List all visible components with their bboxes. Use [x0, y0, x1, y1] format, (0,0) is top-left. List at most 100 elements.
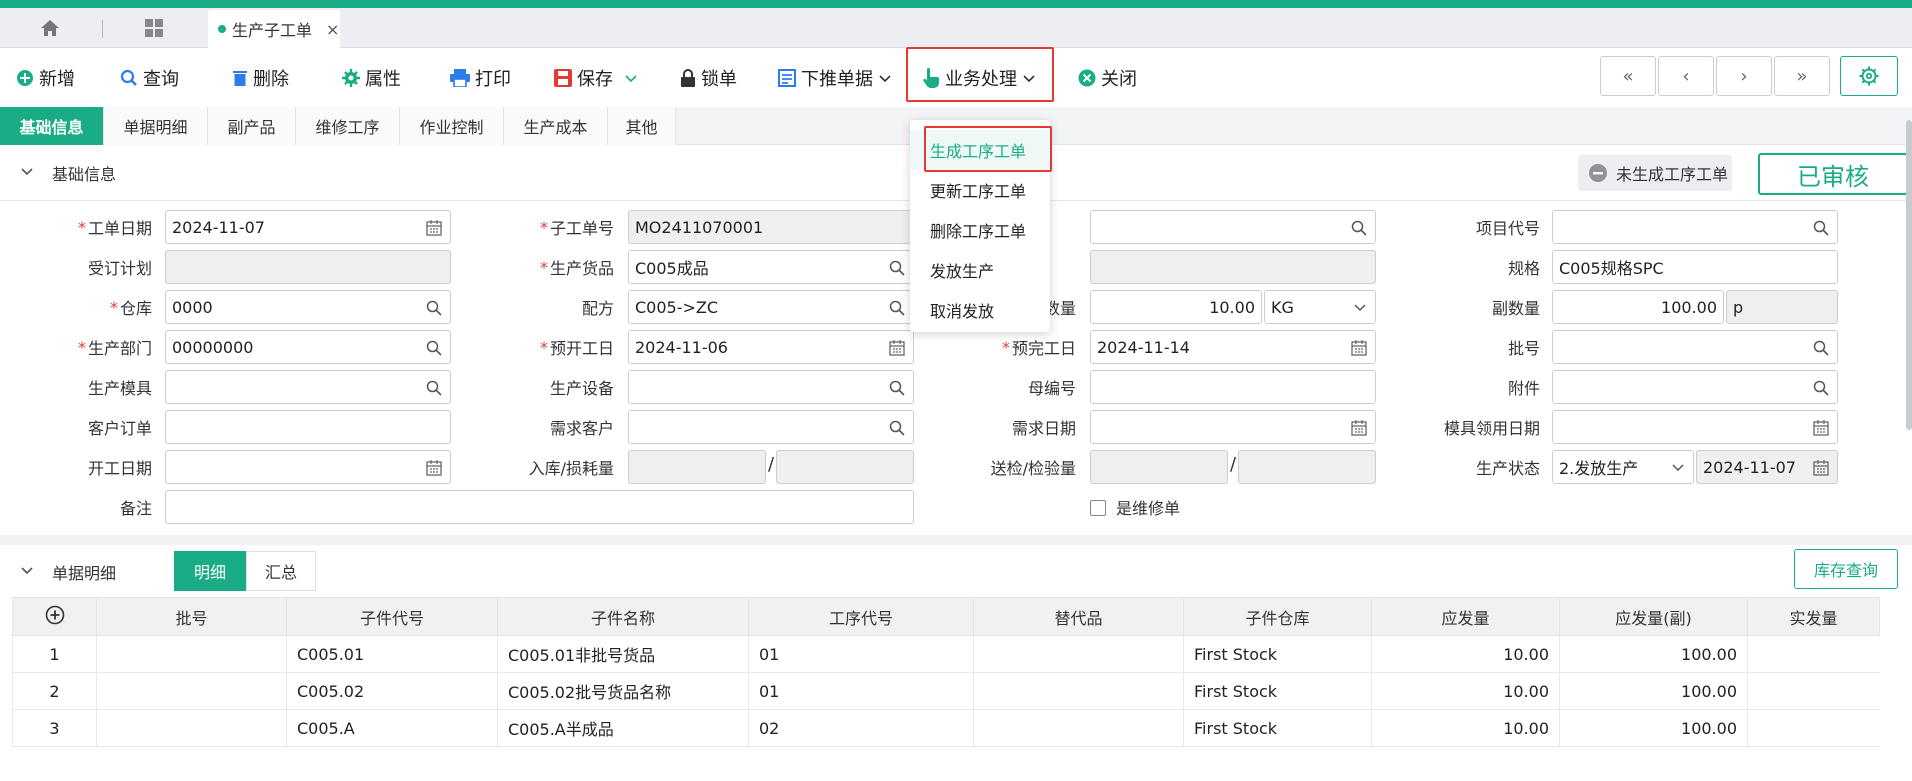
cell-process-code[interactable]: 01: [748, 672, 974, 710]
col-part-code[interactable]: 子件代号: [286, 597, 498, 636]
batch-field[interactable]: [1552, 330, 1838, 364]
summary-view-toggle[interactable]: 汇总: [246, 551, 316, 591]
table-row[interactable]: 2 C005.02 C005.02批号货品名称 01 First Stock 1…: [12, 672, 1880, 710]
first-record-button[interactable]: «: [1600, 56, 1656, 96]
col-process-code[interactable]: 工序代号: [748, 597, 974, 636]
prev-record-button[interactable]: ‹: [1658, 56, 1714, 96]
cell-substitute[interactable]: [973, 709, 1184, 747]
category-field[interactable]: [1090, 210, 1376, 244]
close-tab-icon[interactable]: ×: [326, 20, 339, 39]
product-field[interactable]: C005成品: [628, 250, 914, 284]
mold-date-field[interactable]: [1552, 410, 1838, 444]
col-substitute[interactable]: 替代品: [973, 597, 1184, 636]
cell-issue-qty-sub[interactable]: 100.00: [1559, 709, 1748, 747]
plus-circle-icon[interactable]: [45, 605, 65, 625]
detail-view-toggle[interactable]: 明细: [174, 551, 246, 591]
chevron-down-icon[interactable]: [624, 71, 638, 85]
tab-production-suborder[interactable]: 生产子工单 ×: [208, 10, 340, 48]
menu-item-delete-process-order[interactable]: 删除工序工单: [910, 210, 1050, 250]
formula-field[interactable]: C005->ZC: [628, 290, 914, 324]
calendar-icon[interactable]: [426, 220, 442, 236]
sub-quantity-field[interactable]: 100.00: [1552, 290, 1724, 324]
apps-tab[interactable]: [126, 8, 182, 48]
is-repair-checkbox[interactable]: [1090, 500, 1106, 516]
cell-issue-qty[interactable]: 10.00: [1371, 672, 1560, 710]
calendar-icon[interactable]: [1351, 340, 1367, 356]
search-icon[interactable]: [1813, 340, 1829, 356]
next-record-button[interactable]: ›: [1716, 56, 1772, 96]
cell-part-code[interactable]: C005.01: [286, 635, 498, 673]
cell-substitute[interactable]: [973, 635, 1184, 673]
chevron-down-icon[interactable]: [20, 165, 34, 179]
cell-issue-qty[interactable]: 10.00: [1371, 635, 1560, 673]
calendar-icon[interactable]: [889, 340, 905, 356]
cell-process-code[interactable]: 01: [748, 635, 974, 673]
col-batch[interactable]: 批号: [96, 597, 287, 636]
attachment-field[interactable]: [1552, 370, 1838, 404]
search-icon[interactable]: [1813, 380, 1829, 396]
search-icon[interactable]: [426, 340, 442, 356]
cell-actual-qty[interactable]: [1747, 672, 1880, 710]
cell-issue-qty[interactable]: 10.00: [1371, 709, 1560, 747]
tab-operation-control[interactable]: 作业控制: [400, 107, 504, 145]
cell-batch[interactable]: [96, 672, 287, 710]
col-part-name[interactable]: 子件名称: [497, 597, 749, 636]
cell-part-code[interactable]: C005.A: [286, 709, 498, 747]
cell-batch[interactable]: [96, 709, 287, 747]
warehouse-field[interactable]: 0000: [165, 290, 451, 324]
mold-field[interactable]: [165, 370, 451, 404]
properties-button[interactable]: 属性: [342, 61, 401, 95]
cell-part-name[interactable]: C005.A半成品: [497, 709, 749, 747]
calendar-icon[interactable]: [1351, 420, 1367, 436]
search-icon[interactable]: [889, 260, 905, 276]
query-button[interactable]: 查询: [120, 61, 179, 95]
close-button[interactable]: 关闭: [1078, 61, 1137, 95]
search-icon[interactable]: [426, 300, 442, 316]
cell-part-code[interactable]: C005.02: [286, 672, 498, 710]
cell-issue-qty-sub[interactable]: 100.00: [1559, 635, 1748, 673]
home-tab[interactable]: [22, 8, 78, 48]
spec-field[interactable]: C005规格SPC: [1552, 250, 1838, 284]
cell-issue-qty-sub[interactable]: 100.00: [1559, 672, 1748, 710]
col-actual-qty[interactable]: 实发量: [1747, 597, 1880, 636]
demand-date-field[interactable]: [1090, 410, 1376, 444]
demand-customer-field[interactable]: [628, 410, 914, 444]
plan-finish-field[interactable]: 2024-11-14: [1090, 330, 1376, 364]
cell-warehouse[interactable]: First Stock: [1183, 672, 1372, 710]
order-date-field[interactable]: 2024-11-07: [165, 210, 451, 244]
cell-part-name[interactable]: C005.01非批号货品: [497, 635, 749, 673]
tab-repair-process[interactable]: 维修工序: [296, 107, 400, 145]
equipment-field[interactable]: [628, 370, 914, 404]
chevron-down-icon[interactable]: [20, 564, 34, 578]
col-issue-qty-sub[interactable]: 应发量(副): [1559, 597, 1748, 636]
tab-basic-info[interactable]: 基础信息: [0, 107, 104, 145]
settings-button[interactable]: [1840, 56, 1898, 96]
dept-field[interactable]: 00000000: [165, 330, 451, 364]
menu-item-update-process-order[interactable]: 更新工序工单: [910, 170, 1050, 210]
search-icon[interactable]: [1813, 220, 1829, 236]
cell-warehouse[interactable]: First Stock: [1183, 709, 1372, 747]
search-icon[interactable]: [1351, 220, 1367, 236]
search-icon[interactable]: [889, 420, 905, 436]
tab-production-cost[interactable]: 生产成本: [504, 107, 608, 145]
search-icon[interactable]: [889, 380, 905, 396]
prod-status-select[interactable]: 2.发放生产: [1552, 450, 1694, 484]
add-row-header[interactable]: [12, 597, 97, 636]
tab-byproduct[interactable]: 副产品: [208, 107, 296, 145]
menu-item-cancel-release[interactable]: 取消发放: [910, 290, 1050, 330]
search-icon[interactable]: [426, 380, 442, 396]
col-part-warehouse[interactable]: 子件仓库: [1183, 597, 1372, 636]
tab-document-detail[interactable]: 单据明细: [104, 107, 208, 145]
push-down-button[interactable]: 下推单据: [778, 61, 892, 95]
cell-process-code[interactable]: 02: [748, 709, 974, 747]
cell-part-name[interactable]: C005.02批号货品名称: [497, 672, 749, 710]
calendar-icon[interactable]: [1813, 420, 1829, 436]
cell-warehouse[interactable]: First Stock: [1183, 635, 1372, 673]
parent-no-field[interactable]: [1090, 370, 1376, 404]
col-issue-qty[interactable]: 应发量: [1371, 597, 1560, 636]
table-row[interactable]: 3 C005.A C005.A半成品 02 First Stock 10.00 …: [12, 709, 1880, 747]
print-button[interactable]: 打印: [450, 61, 511, 95]
delete-button[interactable]: 删除: [232, 61, 289, 95]
remark-field[interactable]: [165, 490, 914, 524]
customer-order-field[interactable]: [165, 410, 451, 444]
